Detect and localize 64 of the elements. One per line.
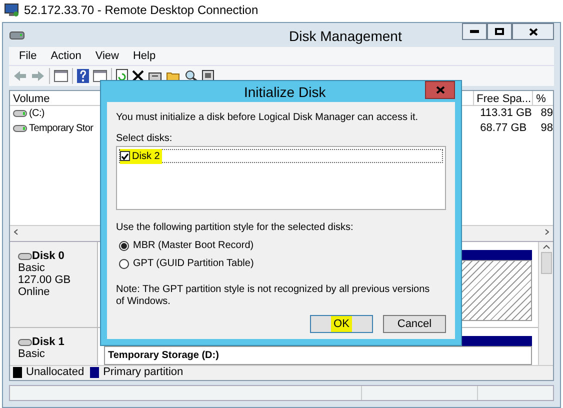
field-label: Select disks: [116,132,174,146]
disk-info: Online [18,286,51,298]
radio-button[interactable] [119,258,129,268]
legend-label: Unallocated [26,365,84,380]
table-cell-text: 113.31 GB [479,106,533,122]
dialog-button[interactable]: Cancel [383,315,446,333]
message: You must initialize a disk before Logical Disk Manager can access it. [116,111,420,125]
partition-label: Temporary Storage (D:) [108,350,219,362]
menu-item[interactable]: View [95,48,119,64]
partition[interactable]: Temporary Storage (D:) [104,346,532,365]
vertical-scrollbar[interactable] [538,242,553,365]
dialog-title: Initialize Disk [244,83,326,102]
legend-label: Primary partition [103,365,184,380]
table-cell-text: Temporary Stor [29,122,94,136]
drive-icon [18,338,32,346]
delete-icon[interactable] [132,70,144,82]
window-title: Disk Management [289,27,402,46]
window-title: 52.172.33.70 - Remote Desktop Connection [24,2,258,19]
magnifier-icon[interactable] [184,70,198,82]
table-cell-text: (C:) [29,107,44,122]
list-item-label: Disk 2 [132,150,160,164]
dialog-button[interactable]: OK [310,315,373,333]
checkbox[interactable] [120,151,130,161]
panel-icon[interactable] [93,70,107,82]
radio-label: MBR (Master Boot Record) [133,239,254,253]
radio-label: GPT (GUID Partition Table) [133,257,254,271]
table-cell-text: 89 [540,106,553,122]
checkmark-icon [121,152,129,160]
note: Note: The GPT partition style is not recognized by all previous versions of Windows. [116,284,431,308]
help-icon[interactable] [77,69,89,84]
panel-icon[interactable] [54,70,68,82]
menu-item[interactable]: Help [132,48,156,64]
maximize-button[interactable] [487,23,512,40]
scroll-thumb[interactable] [540,252,552,274]
close-icon [528,28,538,36]
disk-info: 127.00 GB [18,274,72,286]
table-cell-text: 68.77 GB [479,121,528,136]
scroll-left-icon[interactable] [14,229,18,236]
column-header[interactable]: % [533,91,553,106]
disk-info: Basic [18,262,46,274]
disk-name: Disk 1 [32,336,64,348]
close-button[interactable] [512,23,554,40]
scroll-up-icon[interactable] [542,245,550,250]
radio-button[interactable] [119,240,129,250]
menu-item[interactable]: Action [50,48,82,64]
disk-name: Disk 0 [32,250,64,262]
drive-icon [13,110,27,118]
scroll-right-icon[interactable] [545,229,549,236]
monitor-icon [4,3,20,17]
drive-icon [13,125,27,132]
disk-list[interactable]: Disk 2 [116,146,446,210]
disk-drive-icon [9,28,25,41]
minimize-icon [470,30,479,33]
field-label: Use the following partition style for the selected disks: [116,221,354,235]
table-cell-text: 98 [540,121,553,136]
drive-icon [18,252,32,260]
list-item[interactable]: Disk 2 [119,149,443,163]
properties-icon[interactable] [148,70,162,82]
close-icon [436,86,444,94]
column-header[interactable]: Free Spa... [474,91,534,106]
minimize-button[interactable] [462,23,487,40]
disk-info: Basic [18,348,46,360]
menu-item[interactable]: File [19,48,37,64]
maximize-icon [495,28,504,35]
